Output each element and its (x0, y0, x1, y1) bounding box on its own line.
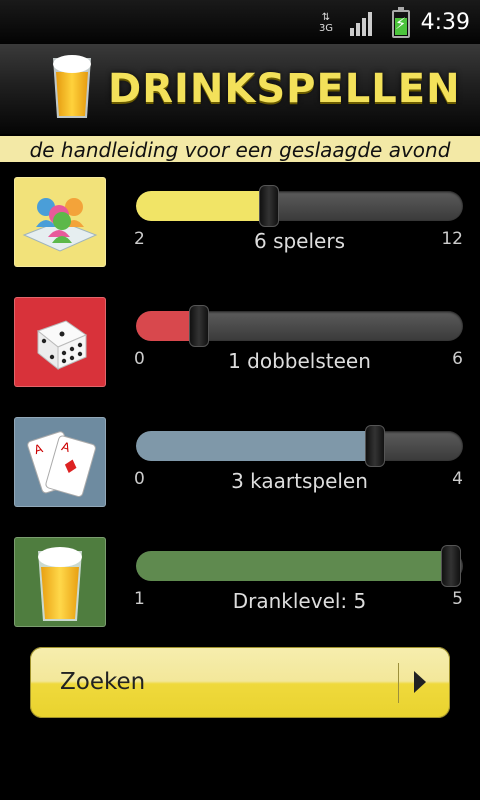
signal-icon (350, 12, 376, 36)
players-slider-fill (136, 191, 270, 221)
arrow-right-icon (414, 671, 426, 693)
status-bar: ⇅ 3G ⚡ 4:39 (0, 0, 480, 50)
dice-slider-track[interactable] (136, 311, 463, 341)
app-title: DRINKSPELLEN (108, 66, 461, 112)
drinklevel-max-label: 5 (452, 589, 463, 609)
players-value-label: 6 spelers (253, 229, 345, 253)
search-button[interactable]: Zoeken (30, 647, 450, 718)
status-time: 4:39 (420, 10, 470, 35)
cards-slider-fill (136, 431, 376, 461)
cards-icon: A A (27, 431, 96, 497)
dice-max-label: 6 (452, 349, 463, 369)
dice-value-label: 1 dobbelsteen (228, 349, 371, 373)
cards-row: A A 0 3 kaartspelen 4 (0, 417, 480, 509)
beer-logo-icon (53, 55, 91, 118)
network-3g-icon: ⇅ 3G (318, 12, 334, 34)
players-row: 2 6 spelers 12 (0, 177, 480, 269)
dice-tile[interactable] (14, 297, 106, 387)
players-slider-thumb[interactable] (259, 185, 280, 227)
players-tile[interactable] (14, 177, 106, 267)
search-button-divider (398, 663, 399, 703)
battery-charging-icon: ⚡ (392, 7, 410, 38)
players-slider-track[interactable] (136, 191, 463, 221)
subtitle-bar: de handleiding voor een geslaagde avond (0, 136, 480, 162)
drinklevel-slider-track[interactable] (136, 551, 463, 581)
players-icon (22, 198, 98, 252)
cards-slider-thumb[interactable] (365, 425, 386, 467)
drinklevel-slider-thumb[interactable] (441, 545, 461, 587)
dice-slider-thumb[interactable] (188, 305, 209, 347)
cards-tile[interactable]: A A (14, 417, 106, 507)
drinklevel-slider-fill (136, 551, 451, 581)
drinklevel-value-label: Dranklevel: 5 (232, 589, 367, 613)
dice-row: 0 1 dobbelsteen 6 (0, 297, 480, 389)
cards-value-label: 3 kaartspelen (231, 469, 368, 493)
cards-max-label: 4 (452, 469, 463, 489)
drinklevel-row: 1 Dranklevel: 5 5 (0, 537, 480, 629)
cards-slider-track[interactable] (136, 431, 463, 461)
players-max-label: 12 (441, 229, 463, 249)
beer-glass-icon (38, 547, 82, 621)
search-button-label: Zoeken (60, 669, 146, 695)
drinklevel-tile[interactable] (14, 537, 106, 627)
app-subtitle: de handleiding voor een geslaagde avond (29, 138, 451, 162)
app-header: DRINKSPELLEN (0, 44, 480, 134)
dice-icon (36, 320, 88, 371)
